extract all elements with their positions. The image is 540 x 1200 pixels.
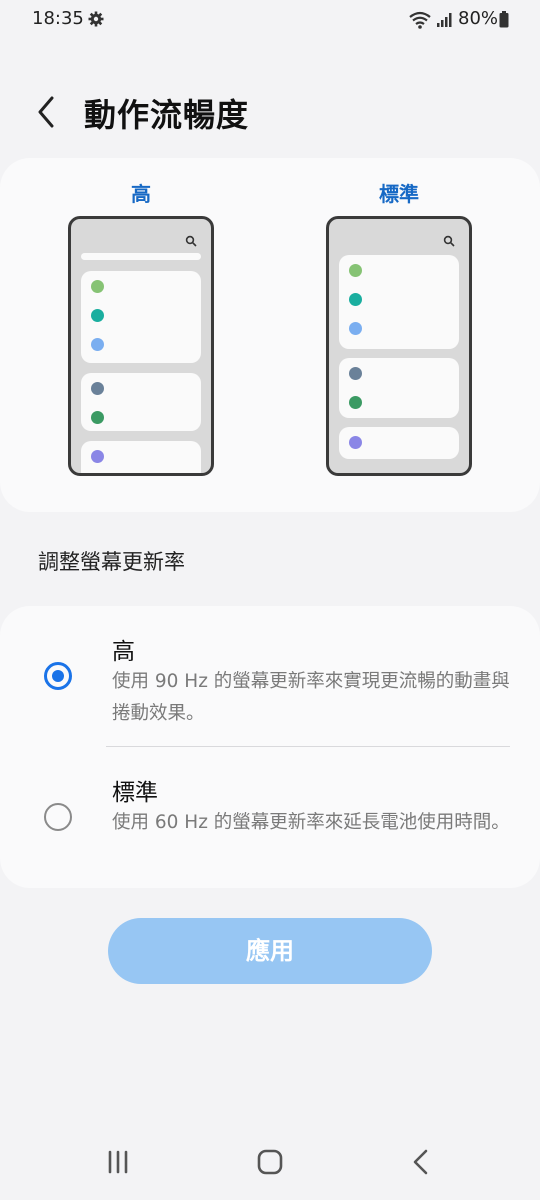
status-time: 18:35	[32, 8, 84, 29]
mock-card	[81, 441, 201, 473]
option-standard[interactable]: 標準 使用 60 Hz 的螢幕更新率來延長電池使用時間。	[0, 747, 540, 888]
page-title: 動作流暢度	[84, 96, 250, 134]
wifi-icon	[409, 11, 431, 29]
option-high-description: 使用 90 Hz 的螢幕更新率來實現更流暢的動畫與捲動效果。	[112, 671, 510, 724]
signal-icon	[437, 13, 452, 27]
mock-card	[81, 373, 201, 431]
mock-dot	[349, 264, 362, 277]
search-icon	[185, 235, 197, 247]
battery-percent: 80%	[458, 8, 499, 29]
option-standard-description: 使用 60 Hz 的螢幕更新率來延長電池使用時間。	[112, 812, 510, 833]
mock-dot	[91, 338, 104, 351]
section-label: 調整螢幕更新率	[38, 550, 185, 574]
mock-dot	[349, 436, 362, 449]
preview-standard-label: 標準	[379, 182, 419, 206]
app-header: 動作流暢度	[0, 80, 540, 144]
mock-dot	[349, 396, 362, 409]
radio-standard[interactable]	[44, 803, 72, 831]
option-high-title: 高	[112, 639, 135, 665]
recent-apps-icon[interactable]	[98, 1142, 138, 1182]
mock-dot	[91, 280, 104, 293]
preview-standard: 標準	[326, 178, 472, 476]
phone-mockup-standard	[326, 216, 472, 476]
mock-dot	[349, 293, 362, 306]
mock-card	[339, 255, 459, 349]
phone-mockup-high	[68, 216, 214, 476]
preview-high-label: 高	[131, 182, 151, 206]
home-icon[interactable]	[250, 1142, 290, 1182]
mock-card	[81, 253, 201, 260]
back-icon[interactable]	[401, 1142, 441, 1182]
preview-card: 高 標準	[0, 158, 540, 512]
navigation-bar	[0, 1130, 540, 1190]
mock-dot	[91, 411, 104, 424]
option-high[interactable]: 高 使用 90 Hz 的螢幕更新率來實現更流暢的動畫與捲動效果。	[0, 606, 540, 746]
gear-icon	[88, 11, 104, 27]
refresh-rate-options: 高 使用 90 Hz 的螢幕更新率來實現更流暢的動畫與捲動效果。 標準 使用 6…	[0, 606, 540, 888]
battery-icon	[499, 11, 509, 28]
mock-dot	[91, 450, 104, 463]
mock-card	[339, 427, 459, 459]
chevron-left-icon[interactable]	[32, 94, 60, 130]
apply-button[interactable]: 應用	[108, 918, 432, 984]
mock-dot	[91, 309, 104, 322]
search-icon	[443, 235, 455, 247]
mock-dot	[349, 367, 362, 380]
mock-dot	[91, 382, 104, 395]
mock-card	[81, 271, 201, 363]
preview-high: 高	[68, 178, 214, 476]
option-standard-title: 標準	[112, 780, 158, 806]
status-bar: 18:35 80%	[0, 0, 540, 40]
radio-high[interactable]	[44, 662, 72, 690]
mock-card	[339, 358, 459, 418]
mock-dot	[349, 322, 362, 335]
